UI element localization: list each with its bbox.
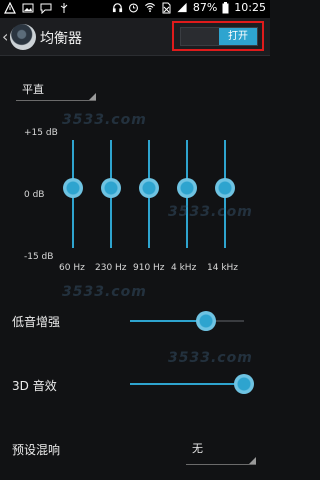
bass-boost-track-filled[interactable]	[130, 320, 206, 322]
bass-boost-knob[interactable]	[196, 311, 216, 331]
band-freq-910hz: 910 Hz	[133, 263, 165, 273]
band-knob-230hz[interactable]	[101, 178, 121, 198]
reverb-selected: 无	[192, 442, 203, 455]
eq-max-label: +15 dB	[24, 128, 58, 138]
virtualizer-label: 3D 音效	[12, 379, 57, 393]
wifi-icon	[144, 3, 155, 13]
band-freq-4khz: 4 kHz	[171, 263, 197, 273]
virtualizer-knob[interactable]	[234, 374, 254, 394]
equalizer-power-toggle[interactable]: 打开	[180, 27, 258, 46]
watermark: 3533.com	[168, 350, 253, 366]
back-chevron-icon[interactable]: ‹	[2, 27, 8, 46]
usb-icon	[60, 3, 68, 13]
spinner-arrow-icon	[89, 93, 96, 100]
eq-min-label: -15 dB	[24, 252, 54, 262]
band-knob-14khz[interactable]	[215, 178, 235, 198]
status-bar: 87% 10:25	[0, 0, 270, 18]
headphones-icon	[112, 3, 122, 13]
watermark: 3533.com	[168, 204, 253, 220]
battery-icon	[222, 1, 229, 13]
battery-percent: 87%	[192, 1, 218, 14]
clock: 10:25	[234, 1, 266, 14]
band-freq-14khz: 14 kHz	[207, 263, 239, 273]
spinner-arrow-icon	[249, 457, 256, 464]
chat-icon	[40, 3, 52, 14]
preset-spinner[interactable]: 平直	[16, 79, 96, 101]
band-knob-910hz[interactable]	[139, 178, 159, 198]
page-title: 均衡器	[40, 31, 82, 47]
bass-boost-label: 低音增强	[12, 315, 61, 329]
reverb-label: 预设混响	[12, 443, 61, 457]
band-freq-60hz: 60 Hz	[59, 263, 85, 273]
alarm-icon	[128, 3, 138, 13]
no-sim-icon	[162, 2, 171, 13]
reverb-spinner[interactable]: 无	[186, 437, 256, 465]
signal-icon	[177, 2, 187, 13]
preset-selected: 平直	[22, 83, 44, 96]
image-icon	[22, 3, 34, 13]
band-freq-230hz: 230 Hz	[95, 263, 127, 273]
watermark: 3533.com	[62, 112, 147, 128]
band-knob-60hz[interactable]	[63, 178, 83, 198]
toggle-on-label: 打开	[219, 28, 257, 45]
watermark: 3533.com	[62, 284, 147, 300]
speaker-icon[interactable]	[10, 24, 36, 50]
band-knob-4khz[interactable]	[177, 178, 197, 198]
alert-triangle-icon	[4, 2, 16, 14]
eq-mid-label: 0 dB	[24, 190, 45, 200]
virtualizer-track-filled[interactable]	[130, 383, 244, 385]
